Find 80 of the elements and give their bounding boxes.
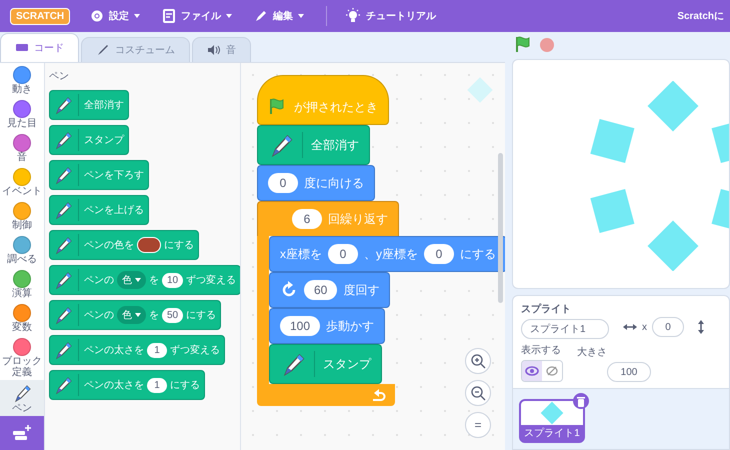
number-input[interactable]: 6 — [292, 209, 322, 229]
number-input[interactable]: 100 — [280, 316, 320, 336]
category-item[interactable]: 動き — [0, 63, 44, 97]
pen-block[interactable]: ペンの 色 を 50 にする — [49, 300, 222, 330]
pen-icon — [53, 375, 73, 395]
number-input[interactable]: 50 — [162, 308, 184, 322]
category-item[interactable]: 演算 — [0, 267, 44, 301]
pen-block[interactable]: ペンの太さを 1 にする — [49, 370, 205, 400]
pen-icon — [53, 270, 73, 290]
add-extension-button[interactable] — [0, 416, 44, 450]
speaker-icon — [207, 43, 221, 57]
show-button[interactable] — [522, 361, 542, 381]
sprite-name-field[interactable]: スプライト1 — [521, 319, 609, 339]
number-input[interactable]: 0 — [268, 173, 298, 193]
number-input[interactable]: 1 — [147, 342, 167, 358]
add-extension-icon — [12, 424, 32, 442]
category-item[interactable]: イベント — [0, 165, 44, 199]
gear-icon — [90, 9, 104, 23]
code-block[interactable]: x座標を 0 、y座標を 0 にする — [269, 236, 505, 272]
tutorials-button[interactable]: チュートリアル — [345, 8, 436, 24]
menu-link[interactable]: Scratchに — [677, 9, 724, 23]
field-label: スプライト — [521, 302, 571, 316]
pen-icon — [53, 200, 73, 220]
horizontal-arrows-icon — [623, 323, 637, 331]
lightbulb-icon — [345, 8, 362, 24]
rotate-arrow-icon — [280, 281, 298, 299]
number-input[interactable]: 0 — [328, 244, 358, 264]
code-block[interactable]: 60 度回す — [269, 272, 390, 308]
pen-icon — [12, 383, 32, 403]
pencil-icon — [254, 9, 268, 23]
repeat-block[interactable]: 6 回繰り返す — [257, 201, 399, 236]
tab[interactable]: コード — [0, 33, 79, 62]
trash-icon — [576, 396, 586, 406]
zoom-reset-button[interactable]: = — [465, 412, 491, 438]
file-icon — [162, 9, 176, 23]
menu-button[interactable]: ファイル — [162, 9, 232, 23]
zoom-in-icon — [470, 353, 486, 369]
category-item[interactable]: 変数 — [0, 301, 44, 335]
number-input[interactable]: 10 — [162, 272, 184, 288]
sprite-thumbnail[interactable]: スプライト1 — [519, 399, 585, 443]
category-item[interactable]: 音 — [0, 131, 44, 165]
pen-icon — [53, 305, 73, 325]
code-block[interactable]: 0 度に向ける — [257, 165, 375, 201]
pen-icon — [53, 95, 73, 115]
scrollbar[interactable] — [498, 153, 503, 303]
x-position-field[interactable]: 0 — [652, 317, 684, 337]
section-title: ペン — [49, 70, 69, 83]
pen-icon — [53, 340, 73, 360]
zoom-out-button[interactable] — [465, 380, 491, 406]
zoom-in-button[interactable] — [465, 348, 491, 374]
delete-button[interactable] — [573, 393, 589, 409]
number-input[interactable]: 0 — [424, 244, 454, 264]
eye-icon — [525, 366, 539, 376]
zoom-out-icon — [470, 385, 486, 401]
field-label: 表示する — [521, 344, 561, 357]
dropdown[interactable]: 色 — [117, 271, 146, 289]
category-item[interactable]: ペン — [0, 380, 44, 416]
pen-icon — [53, 130, 73, 150]
dropdown[interactable]: 色 — [117, 306, 146, 324]
category-item[interactable]: 調べる — [0, 233, 44, 267]
pen-icon — [53, 165, 73, 185]
code-block[interactable]: 100 歩動かす — [269, 308, 386, 344]
number-input[interactable]: 1 — [147, 378, 167, 392]
category-item[interactable]: 制御 — [0, 199, 44, 233]
color-swatch[interactable] — [137, 237, 161, 253]
eye-slash-icon — [545, 366, 559, 376]
pen-icon — [53, 235, 73, 255]
category-item[interactable]: 見た目 — [0, 97, 44, 131]
field-label: 大きさ — [577, 346, 607, 359]
pen-block[interactable]: ペンの太さを 1 ずつ変える — [49, 335, 225, 365]
size-field[interactable]: 100 — [607, 362, 651, 382]
menu-button[interactable]: 設定 — [90, 9, 140, 23]
vertical-arrows-icon — [697, 320, 705, 334]
menu-button[interactable]: 編集 — [254, 9, 304, 23]
category-item[interactable]: ブロック定義 — [0, 335, 44, 380]
brush-icon — [96, 43, 110, 57]
number-input[interactable]: 60 — [304, 280, 338, 300]
pen-block[interactable]: ペンの 色 を 10 ずつ変える — [49, 265, 240, 295]
field-label: x — [642, 322, 647, 332]
loop-arrow-icon — [371, 388, 387, 402]
